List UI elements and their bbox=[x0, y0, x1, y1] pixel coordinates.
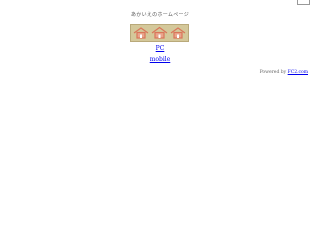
powered-by-label: Powered by bbox=[259, 70, 287, 75]
pc-link[interactable]: PC bbox=[156, 45, 165, 52]
fc2-link[interactable]: FC2.com bbox=[288, 70, 308, 75]
house-icons-banner bbox=[131, 25, 188, 41]
powered-by: Powered by FC2.com bbox=[260, 70, 308, 76]
nav-mobile: mobile bbox=[0, 56, 320, 64]
site-title: あかいえのホームページ bbox=[130, 12, 190, 18]
site-banner-image[interactable] bbox=[130, 24, 189, 42]
corner-toggle-button[interactable] bbox=[297, 0, 310, 5]
mobile-link[interactable]: mobile bbox=[150, 56, 171, 63]
nav-pc: PC bbox=[0, 45, 320, 53]
